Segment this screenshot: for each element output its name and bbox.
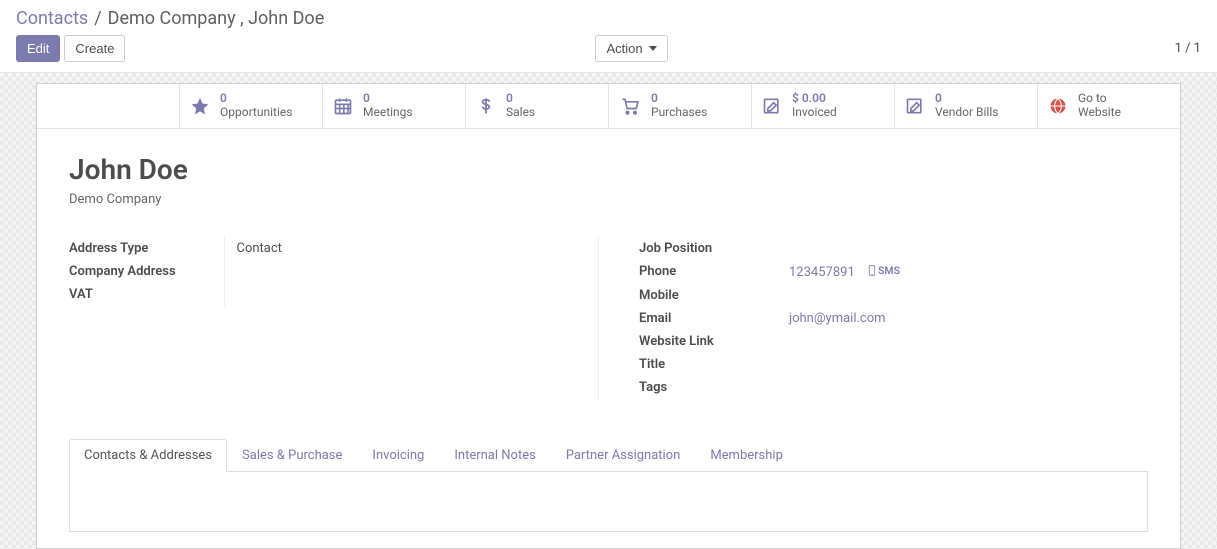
stat-opportunities-label: Opportunities: [220, 106, 292, 120]
record-company: Demo Company: [69, 192, 1148, 207]
label-company-address: Company Address: [69, 260, 224, 283]
button-box: 0 Opportunities 0 Meetings 0: [37, 84, 1180, 129]
value-phone[interactable]: 123457891: [789, 265, 855, 280]
globe-icon: [1048, 96, 1068, 116]
value-title: [789, 353, 1148, 376]
record-name: John Doe: [69, 153, 1148, 186]
stat-sales-value: 0: [506, 92, 535, 106]
mobile-icon: [868, 265, 876, 276]
cart-icon: [619, 96, 641, 116]
sms-link[interactable]: SMS: [868, 264, 900, 277]
stat-invoiced[interactable]: $ 0.00 Invoiced: [751, 84, 894, 128]
breadcrumb-root[interactable]: Contacts: [16, 8, 88, 29]
label-vat: VAT: [69, 283, 224, 306]
action-label: Action: [606, 41, 642, 56]
value-email[interactable]: john@ymail.com: [789, 311, 886, 326]
value-company-address: [224, 260, 578, 283]
stat-invoiced-value: $ 0.00: [792, 92, 837, 106]
stat-purchases-value: 0: [651, 92, 707, 106]
stat-sales-label: Sales: [506, 106, 535, 120]
tab-internal-notes[interactable]: Internal Notes: [439, 439, 550, 472]
label-title: Title: [639, 353, 789, 376]
label-address-type: Address Type: [69, 237, 224, 260]
stat-website-label2: Website: [1078, 106, 1121, 120]
value-address-type: Contact: [224, 237, 578, 260]
tab-invoicing[interactable]: Invoicing: [357, 439, 439, 472]
value-mobile: [789, 284, 1148, 307]
breadcrumb-current: Demo Company , John Doe: [108, 8, 325, 29]
form-sheet: 0 Opportunities 0 Meetings 0: [36, 83, 1181, 549]
star-icon: [190, 96, 210, 116]
stat-purchases[interactable]: 0 Purchases: [608, 84, 751, 128]
tab-sales-purchase[interactable]: Sales & Purchase: [227, 439, 357, 472]
stat-meetings-label: Meetings: [363, 106, 413, 120]
stat-invoiced-label: Invoiced: [792, 106, 837, 120]
tab-membership[interactable]: Membership: [695, 439, 798, 472]
label-phone: Phone: [639, 260, 789, 284]
calendar-icon: [333, 96, 353, 116]
stat-vendorbills-value: 0: [935, 92, 998, 106]
pencil-square-icon: [762, 96, 782, 116]
tab-content: [69, 472, 1148, 532]
sms-label: SMS: [878, 264, 900, 277]
notebook-tabs: Contacts & Addresses Sales & Purchase In…: [69, 439, 1148, 472]
breadcrumb-sep: /: [94, 8, 101, 29]
action-button[interactable]: Action: [595, 35, 667, 62]
stat-opportunities[interactable]: 0 Opportunities: [179, 84, 322, 128]
breadcrumb: Contacts / Demo Company , John Doe: [16, 8, 1201, 29]
stat-meetings-value: 0: [363, 92, 413, 106]
value-vat: [224, 283, 578, 306]
label-mobile: Mobile: [639, 284, 789, 307]
tab-contacts-addresses[interactable]: Contacts & Addresses: [69, 439, 227, 472]
create-button[interactable]: Create: [64, 35, 125, 62]
caret-down-icon: [649, 46, 657, 51]
value-website-link: [789, 330, 1148, 353]
label-website-link: Website Link: [639, 330, 789, 353]
stat-vendorbills[interactable]: 0 Vendor Bills: [894, 84, 1037, 128]
pencil-square-icon: [905, 96, 925, 116]
stat-vendorbills-label: Vendor Bills: [935, 106, 998, 120]
stat-meetings[interactable]: 0 Meetings: [322, 84, 465, 128]
label-email: Email: [639, 307, 789, 330]
stat-website[interactable]: Go to Website: [1037, 84, 1180, 128]
tab-partner-assignation[interactable]: Partner Assignation: [551, 439, 696, 472]
label-job-position: Job Position: [639, 237, 789, 260]
stat-spacer: [37, 84, 179, 128]
dollar-icon: [476, 96, 496, 116]
label-tags: Tags: [639, 376, 789, 399]
pager[interactable]: 1 / 1: [1175, 41, 1201, 56]
value-job-position: [789, 237, 1148, 260]
value-tags: [789, 376, 1148, 399]
edit-button[interactable]: Edit: [16, 35, 60, 62]
stat-opportunities-value: 0: [220, 92, 292, 106]
stat-sales[interactable]: 0 Sales: [465, 84, 608, 128]
stat-purchases-label: Purchases: [651, 106, 707, 120]
stat-website-label1: Go to: [1078, 92, 1121, 106]
